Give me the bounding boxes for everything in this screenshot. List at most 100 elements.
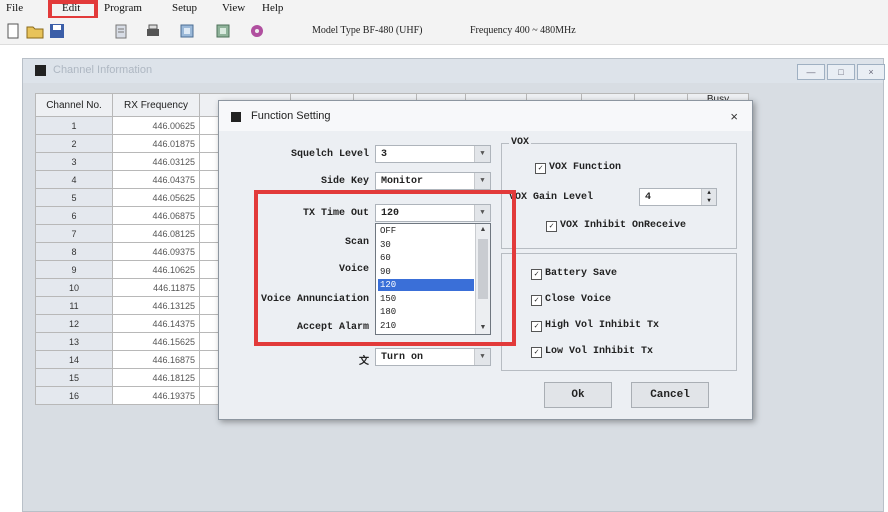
table-cell[interactable]: 446.18125: [112, 368, 200, 387]
alarm-value: Turn on: [381, 352, 424, 363]
ok-button[interactable]: Ok: [544, 382, 612, 408]
high-vol-inhibit-checkbox[interactable]: ✓ High Vol Inhibit Tx: [531, 320, 659, 332]
window-icon: [35, 65, 46, 76]
menu-setup[interactable]: Setup: [172, 2, 197, 14]
channel-window-titlebar: Channel Information — □ ×: [23, 59, 885, 83]
checkmark-icon: ✓: [531, 321, 542, 332]
menu-bar: File Edit Program Setup View Help: [0, 0, 888, 20]
table-cell[interactable]: 446.15625: [112, 332, 200, 351]
table-cell[interactable]: 15: [35, 368, 113, 387]
checkmark-icon: ✓: [546, 221, 557, 232]
squelch-level-value: 3: [381, 149, 388, 160]
vox-group-title: VOX: [509, 137, 532, 148]
vox-inhibit-label: VOX Inhibit OnReceive: [560, 220, 687, 231]
open-folder-icon[interactable]: [26, 22, 44, 40]
squelch-level-select[interactable]: 3 ▼: [375, 145, 491, 163]
table-cell[interactable]: 446.06875: [112, 206, 200, 225]
table-cell[interactable]: 446.08125: [112, 224, 200, 243]
checkmark-icon: ✓: [531, 347, 542, 358]
table-cell[interactable]: 13: [35, 332, 113, 351]
spinner-arrows-icon[interactable]: ▲ ▼: [701, 189, 716, 205]
frequency-range-label: Frequency 400 ~ 480MHz: [470, 25, 576, 36]
dialog-titlebar: Function Setting ×: [219, 101, 752, 131]
vox-gain-level-label: VOX Gain Level: [509, 192, 594, 203]
minimize-button[interactable]: —: [797, 64, 825, 80]
write-radio-icon[interactable]: [178, 22, 196, 40]
checkmark-icon: ✓: [531, 295, 542, 306]
chevron-down-icon[interactable]: ▼: [474, 146, 490, 162]
menu-file[interactable]: File: [6, 2, 23, 14]
table-cell[interactable]: 446.04375: [112, 170, 200, 189]
table-cell[interactable]: 446.19375: [112, 386, 200, 405]
table-cell[interactable]: 16: [35, 386, 113, 405]
table-cell[interactable]: 3: [35, 152, 113, 171]
table-cell[interactable]: 12: [35, 314, 113, 333]
model-type-label: Model Type BF-480 (UHF): [312, 25, 423, 36]
radio-icon[interactable]: [214, 22, 232, 40]
disk-icon[interactable]: [248, 22, 266, 40]
battery-save-checkbox[interactable]: ✓ Battery Save: [531, 268, 617, 280]
low-vol-inhibit-checkbox[interactable]: ✓ Low Vol Inhibit Tx: [531, 346, 653, 358]
save-icon[interactable]: [48, 22, 66, 40]
table-cell[interactable]: 14: [35, 350, 113, 369]
menu-program[interactable]: Program: [104, 2, 142, 14]
table-cell[interactable]: 446.14375: [112, 314, 200, 333]
vox-gain-level-value: 4: [645, 192, 652, 203]
table-cell[interactable]: 4: [35, 170, 113, 189]
table-cell[interactable]: 6: [35, 206, 113, 225]
battery-save-label: Battery Save: [545, 268, 618, 279]
table-cell[interactable]: 7: [35, 224, 113, 243]
table-cell[interactable]: 446.01875: [112, 134, 200, 153]
table-cell[interactable]: 446.09375: [112, 242, 200, 261]
table-cell[interactable]: 446.16875: [112, 350, 200, 369]
close-voice-checkbox[interactable]: ✓ Close Voice: [531, 294, 611, 306]
table-cell[interactable]: 9: [35, 260, 113, 279]
table-cell[interactable]: 446.11875: [112, 278, 200, 297]
side-key-label: Side Key: [320, 176, 369, 187]
print-icon[interactable]: [144, 22, 162, 40]
vox-inhibit-checkbox[interactable]: ✓ VOX Inhibit OnReceive: [546, 220, 686, 232]
table-cell[interactable]: 446.10625: [112, 260, 200, 279]
vox-gain-level-spinner[interactable]: 4 ▲ ▼: [639, 188, 717, 206]
vox-function-label: VOX Function: [549, 162, 622, 173]
alarm-row-label: 文: [359, 357, 369, 368]
table-cell[interactable]: 446.03125: [112, 152, 200, 171]
edit-menu-highlight: [48, 0, 98, 20]
close-voice-label: Close Voice: [545, 294, 612, 305]
high-vol-inhibit-label: High Vol Inhibit Tx: [545, 320, 660, 331]
dialog-title: Function Setting: [251, 110, 331, 122]
table-cell[interactable]: 5: [35, 188, 113, 207]
table-cell[interactable]: 446.05625: [112, 188, 200, 207]
table-cell[interactable]: 1: [35, 116, 113, 135]
column-header[interactable]: RX Frequency: [112, 93, 200, 117]
dialog-close-button[interactable]: ×: [730, 109, 738, 124]
table-cell[interactable]: 8: [35, 242, 113, 261]
tx-time-out-highlight: [254, 190, 516, 346]
squelch-level-label: Squelch Level: [290, 149, 369, 160]
checkmark-icon: ✓: [531, 269, 542, 280]
vox-function-checkbox[interactable]: ✓ VOX Function: [535, 162, 621, 174]
toolbar: Model Type BF-480 (UHF) Frequency 400 ~ …: [0, 18, 888, 45]
new-file-icon[interactable]: [4, 22, 22, 40]
alarm-select[interactable]: Turn on ▼: [375, 348, 491, 366]
side-key-value: Monitor: [381, 176, 424, 187]
cancel-button[interactable]: Cancel: [631, 382, 709, 408]
read-radio-icon[interactable]: [112, 22, 130, 40]
low-vol-inhibit-label: Low Vol Inhibit Tx: [545, 346, 654, 357]
dialog-icon: [231, 112, 241, 122]
menu-view[interactable]: View: [222, 2, 245, 14]
column-header[interactable]: Channel No.: [35, 93, 113, 117]
menu-help[interactable]: Help: [262, 2, 283, 14]
table-cell[interactable]: 446.13125: [112, 296, 200, 315]
close-window-button[interactable]: ×: [857, 64, 885, 80]
side-key-select[interactable]: Monitor ▼: [375, 172, 491, 190]
maximize-button[interactable]: □: [827, 64, 855, 80]
table-cell[interactable]: 2: [35, 134, 113, 153]
chevron-down-icon[interactable]: ▼: [474, 173, 490, 189]
channel-window-title: Channel Information: [53, 64, 153, 76]
table-cell[interactable]: 11: [35, 296, 113, 315]
chevron-down-icon[interactable]: ▼: [474, 349, 490, 365]
table-cell[interactable]: 10: [35, 278, 113, 297]
checkmark-icon: ✓: [535, 163, 546, 174]
table-cell[interactable]: 446.00625: [112, 116, 200, 135]
